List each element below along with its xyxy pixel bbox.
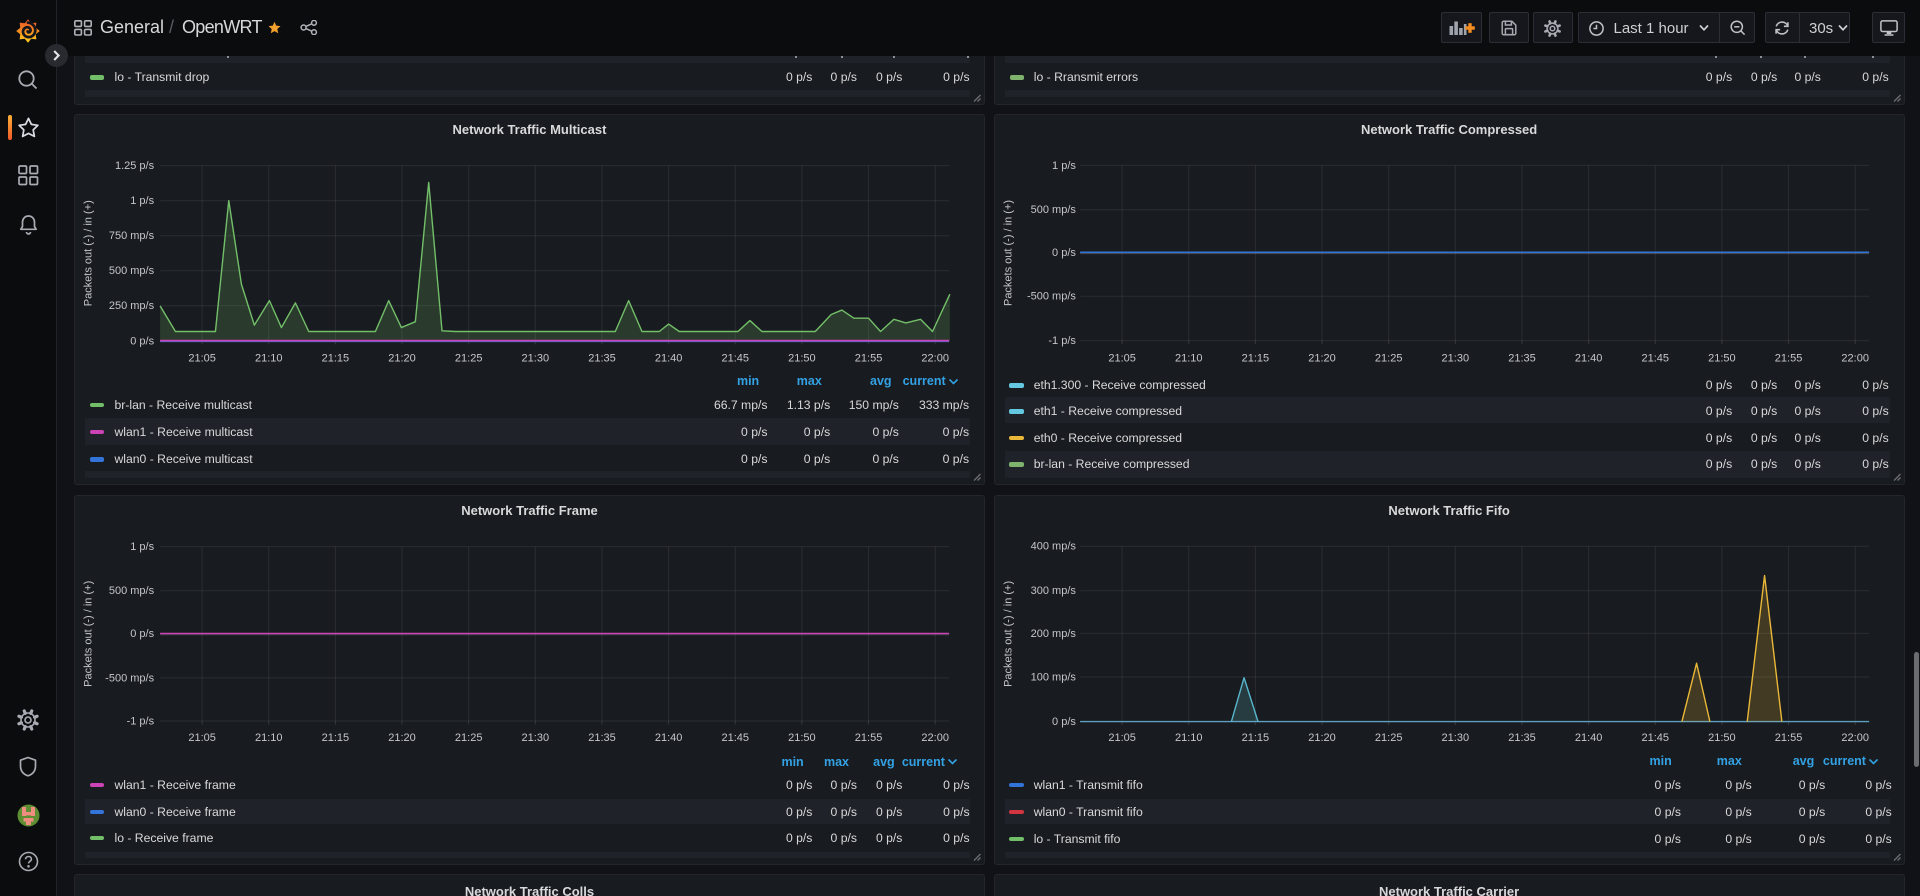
- svg-text:21:50: 21:50: [789, 353, 817, 365]
- svg-text:21:10: 21:10: [1175, 732, 1203, 744]
- svg-text:300 mp/s: 300 mp/s: [1030, 585, 1076, 597]
- svg-text:21:35: 21:35: [589, 353, 617, 365]
- svg-text:500 mp/s: 500 mp/s: [1030, 205, 1076, 217]
- svg-text:21:45: 21:45: [1641, 732, 1669, 744]
- svg-text:21:05: 21:05: [1108, 732, 1136, 744]
- svg-text:21:55: 21:55: [855, 353, 883, 365]
- svg-text:21:15: 21:15: [1241, 732, 1269, 744]
- svg-text:-500 mp/s: -500 mp/s: [1027, 291, 1076, 303]
- svg-text:21:10: 21:10: [255, 732, 283, 744]
- svg-text:21:20: 21:20: [1308, 353, 1336, 365]
- svg-text:22:00: 22:00: [922, 353, 950, 365]
- svg-text:21:10: 21:10: [255, 353, 283, 365]
- svg-text:21:30: 21:30: [522, 732, 550, 744]
- svg-text:21:05: 21:05: [1108, 353, 1136, 365]
- svg-text:21:40: 21:40: [1574, 732, 1602, 744]
- svg-text:Packets out (-) / in (+): Packets out (-) / in (+): [83, 580, 95, 686]
- svg-text:21:50: 21:50: [1708, 732, 1736, 744]
- svg-text:-1 p/s: -1 p/s: [1048, 335, 1076, 347]
- svg-text:21:30: 21:30: [1441, 353, 1469, 365]
- svg-text:21:40: 21:40: [655, 353, 683, 365]
- svg-text:1.25 p/s: 1.25 p/s: [115, 160, 155, 172]
- svg-text:21:35: 21:35: [589, 732, 617, 744]
- svg-text:21:50: 21:50: [1708, 353, 1736, 365]
- svg-text:-500 mp/s: -500 mp/s: [106, 672, 155, 684]
- svg-text:21:20: 21:20: [1308, 732, 1336, 744]
- svg-text:1 p/s: 1 p/s: [1052, 160, 1076, 172]
- svg-text:21:10: 21:10: [1175, 353, 1203, 365]
- svg-text:750 mp/s: 750 mp/s: [109, 230, 155, 242]
- svg-text:Packets out (-) / in (+): Packets out (-) / in (+): [1002, 200, 1014, 306]
- svg-text:21:55: 21:55: [1774, 732, 1802, 744]
- svg-text:21:20: 21:20: [389, 732, 417, 744]
- svg-text:22:00: 22:00: [922, 732, 950, 744]
- svg-text:100 mp/s: 100 mp/s: [1030, 671, 1076, 683]
- svg-text:21:05: 21:05: [189, 732, 217, 744]
- svg-text:0 p/s: 0 p/s: [131, 628, 155, 640]
- svg-text:1 p/s: 1 p/s: [131, 541, 155, 553]
- svg-text:21:55: 21:55: [1774, 353, 1802, 365]
- svg-text:21:30: 21:30: [1441, 732, 1469, 744]
- svg-text:21:35: 21:35: [1508, 353, 1536, 365]
- svg-text:21:45: 21:45: [1641, 353, 1669, 365]
- svg-text:21:05: 21:05: [189, 353, 217, 365]
- svg-text:Packets out (-) / in (+): Packets out (-) / in (+): [1002, 580, 1014, 686]
- svg-text:21:25: 21:25: [455, 353, 483, 365]
- svg-text:-1 p/s: -1 p/s: [127, 715, 155, 727]
- svg-text:21:45: 21:45: [722, 732, 750, 744]
- svg-text:21:15: 21:15: [322, 732, 350, 744]
- svg-text:21:15: 21:15: [1241, 353, 1269, 365]
- svg-text:1 p/s: 1 p/s: [131, 195, 155, 207]
- svg-text:400 mp/s: 400 mp/s: [1030, 540, 1076, 552]
- svg-text:21:25: 21:25: [455, 732, 483, 744]
- svg-text:21:40: 21:40: [1574, 353, 1602, 365]
- svg-text:21:15: 21:15: [322, 353, 350, 365]
- svg-text:21:30: 21:30: [522, 353, 550, 365]
- svg-text:21:25: 21:25: [1375, 732, 1403, 744]
- svg-text:21:25: 21:25: [1375, 353, 1403, 365]
- svg-text:21:35: 21:35: [1508, 732, 1536, 744]
- svg-text:21:40: 21:40: [655, 732, 683, 744]
- svg-text:250 mp/s: 250 mp/s: [109, 301, 155, 313]
- svg-text:500 mp/s: 500 mp/s: [109, 585, 155, 597]
- svg-text:200 mp/s: 200 mp/s: [1030, 627, 1076, 639]
- svg-text:21:50: 21:50: [789, 732, 817, 744]
- svg-text:22:00: 22:00: [1841, 353, 1869, 365]
- svg-text:21:55: 21:55: [855, 732, 883, 744]
- svg-text:500 mp/s: 500 mp/s: [109, 266, 155, 278]
- svg-text:Packets out (-) / in (+): Packets out (-) / in (+): [83, 201, 95, 307]
- svg-text:21:20: 21:20: [389, 353, 417, 365]
- svg-text:21:45: 21:45: [722, 353, 750, 365]
- svg-text:0 p/s: 0 p/s: [1052, 716, 1076, 728]
- svg-text:0 p/s: 0 p/s: [131, 336, 155, 348]
- svg-text:0 p/s: 0 p/s: [1052, 247, 1076, 259]
- svg-text:22:00: 22:00: [1841, 732, 1869, 744]
